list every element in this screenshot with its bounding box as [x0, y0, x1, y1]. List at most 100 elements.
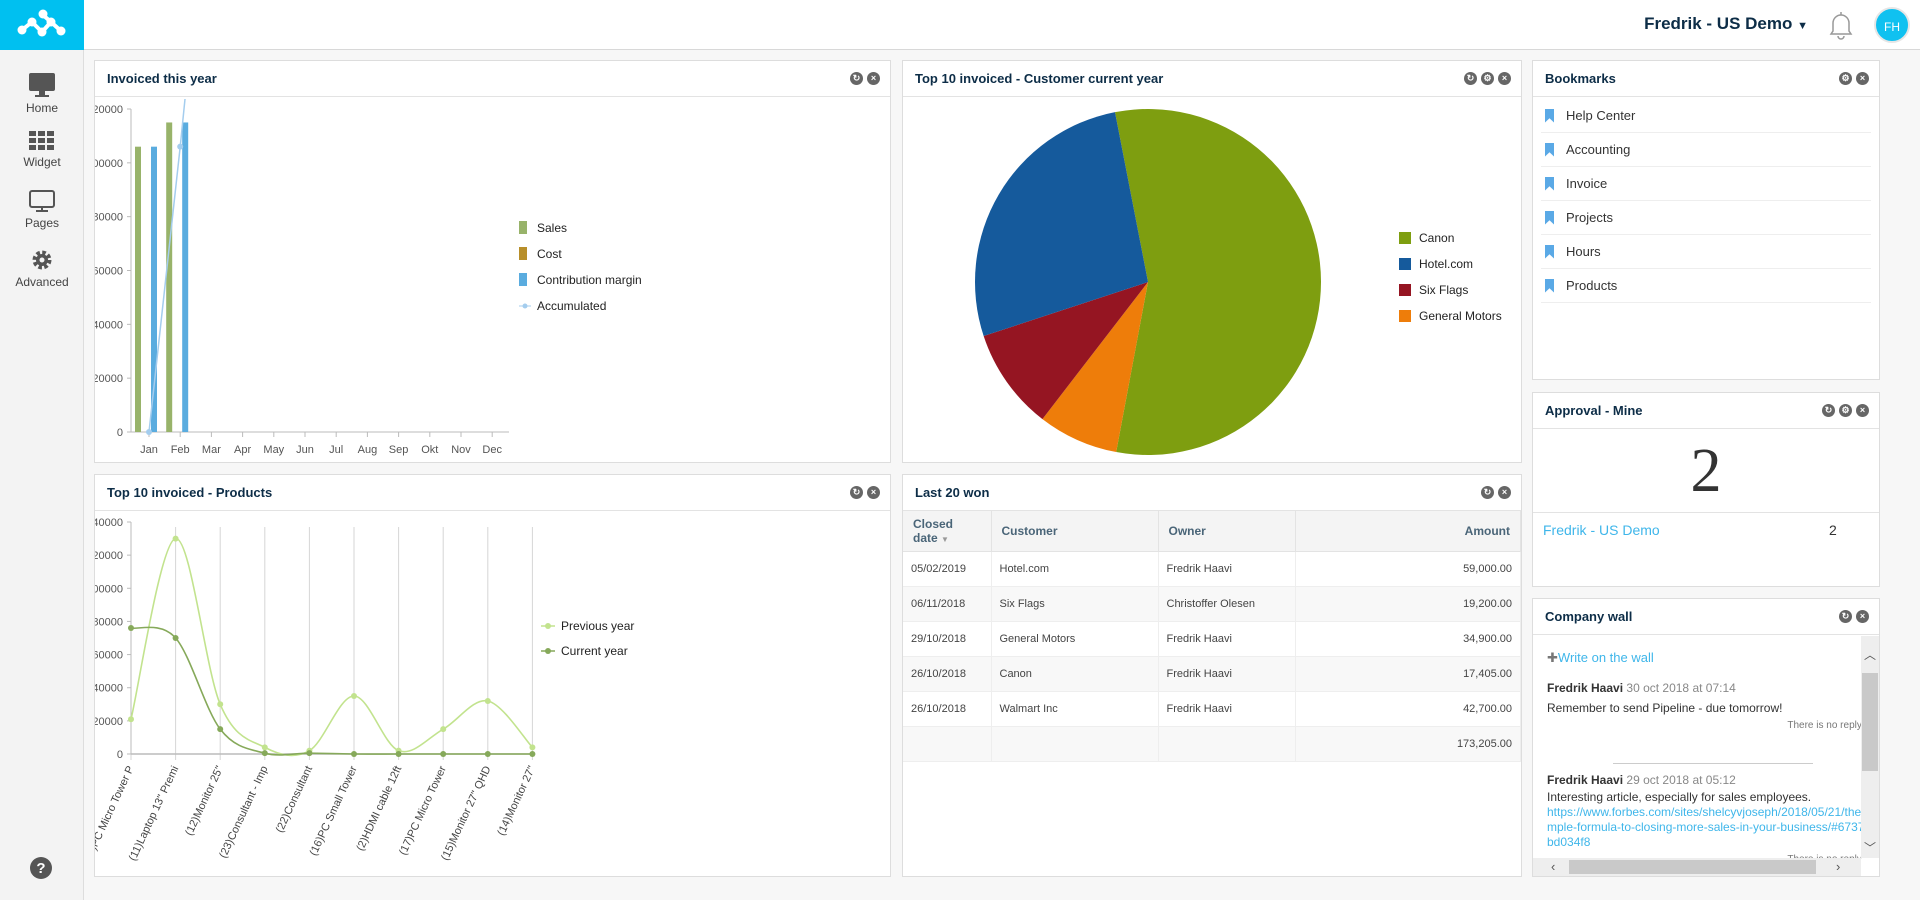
scroll-right-icon[interactable]: › — [1836, 859, 1840, 874]
line-current-year — [130, 626, 533, 756]
scroll-up-icon[interactable]: ︿ — [1861, 646, 1879, 663]
y-tick-label: 0 — [117, 427, 123, 439]
x-tick-label: Okt — [421, 444, 438, 456]
bookmark-icon — [1545, 210, 1554, 225]
approval-widget: Approval - Mine ↻ ⚙ × 2 Fredrik - US Demo 2 — [1532, 392, 1880, 587]
refresh-icon[interactable]: ↻ — [850, 486, 863, 499]
legend-swatch — [1399, 258, 1411, 270]
column-amount[interactable]: Amount — [1295, 511, 1521, 552]
sidebar-item-widget[interactable]: Widget — [0, 130, 84, 169]
table-cell: 26/10/2018 — [903, 691, 992, 727]
legend-point-marker — [545, 623, 551, 629]
y-tick-label: 100000 — [95, 158, 123, 170]
write-on-wall-link[interactable]: ✚Write on the wall — [1547, 650, 1654, 666]
x-tick-label: Dec — [482, 444, 502, 456]
approval-link[interactable]: Fredrik - US Demo — [1543, 522, 1660, 538]
x-tick-label: (14)Monitor 27" — [495, 764, 538, 838]
x-tick-label: Jul — [329, 444, 343, 456]
legend-swatch — [519, 273, 527, 286]
legend-label: Canon — [1419, 231, 1454, 245]
grid-icon — [29, 131, 54, 150]
refresh-icon[interactable]: ↻ — [850, 72, 863, 85]
wall-post: Fredrik Haavi 29 oct 2018 at 05:12 Inter… — [1547, 770, 1863, 865]
table-row[interactable]: 26/10/2018 Canon Fredrik Haavi 17,405.00 — [903, 656, 1521, 692]
table-cell: 59,000.00 — [1295, 551, 1521, 587]
post-date: 30 oct 2018 at 07:14 — [1626, 681, 1736, 695]
table-cell: Fredrik Haavi — [1158, 551, 1296, 587]
legend-swatch — [1399, 310, 1411, 322]
y-tick-label: 40000 — [95, 319, 123, 331]
line-previous-year — [130, 537, 533, 757]
close-icon[interactable]: × — [867, 72, 880, 85]
column-owner[interactable]: Owner — [1158, 511, 1296, 552]
settings-icon[interactable]: ⚙ — [1481, 72, 1494, 85]
account-switcher[interactable]: Fredrik - US Demo ▼ — [1644, 14, 1808, 34]
data-point — [261, 744, 268, 751]
x-tick-label: Jan — [140, 444, 158, 456]
bookmark-item[interactable]: Invoice — [1541, 167, 1871, 201]
bell-icon[interactable] — [1828, 10, 1854, 40]
data-point — [351, 751, 357, 757]
refresh-icon[interactable]: ↻ — [1839, 610, 1852, 623]
x-tick-label: Nov — [451, 444, 471, 456]
x-tick-label: (16)PC Small Tower — [308, 764, 360, 858]
top-customers-widget: Top 10 invoiced - Customer current year ↻… — [902, 60, 1522, 463]
settings-icon[interactable]: ⚙ — [1839, 72, 1852, 85]
wall-post: Fredrik Haavi 30 oct 2018 at 07:14 Remem… — [1547, 678, 1863, 731]
logo-icon — [17, 9, 66, 37]
bookmark-item[interactable]: Accounting — [1541, 133, 1871, 167]
bar-sales — [166, 122, 173, 432]
bar-contribution-margin — [182, 122, 189, 432]
sidebar-item-pages[interactable]: Pages — [0, 189, 84, 230]
x-tick-label: (15)Monitor 27" QHD — [439, 764, 493, 862]
data-point — [217, 701, 224, 708]
close-icon[interactable]: × — [1856, 72, 1869, 85]
avatar[interactable]: FH — [1874, 7, 1910, 43]
refresh-icon[interactable]: ↻ — [1464, 72, 1477, 85]
bookmark-item[interactable]: Projects — [1541, 201, 1871, 235]
refresh-icon[interactable]: ↻ — [1822, 404, 1835, 417]
column-closed-date[interactable]: Closed date ▼ — [903, 511, 992, 552]
close-icon[interactable]: × — [1856, 404, 1869, 417]
x-tick-label: Aug — [358, 444, 378, 456]
app-logo[interactable] — [0, 0, 84, 50]
plus-icon: ✚ — [1547, 650, 1558, 665]
settings-icon[interactable]: ⚙ — [1839, 404, 1852, 417]
table-row[interactable]: 29/10/2018 General Motors Fredrik Haavi 34,… — [903, 621, 1521, 657]
approval-row-value: 2 — [1829, 522, 1837, 538]
table-row[interactable]: 05/02/2019 Hotel.com Fredrik Haavi 59,000.0… — [903, 551, 1521, 587]
bookmark-item[interactable]: Hours — [1541, 235, 1871, 269]
invoiced-chart: 0 20000 40000 60000 80000 100000 120000 Jan Feb M… — [95, 99, 642, 456]
legend-swatch — [519, 221, 527, 234]
legend-label: Six Flags — [1419, 283, 1468, 297]
table-row[interactable]: 26/10/2018 Walmart Inc Fredrik Haavi 42,700… — [903, 691, 1521, 727]
horizontal-scrollbar[interactable]: ‹ › — [1533, 858, 1861, 876]
y-tick-label: 100000 — [95, 583, 123, 595]
bookmark-item[interactable]: Help Center — [1541, 99, 1871, 133]
scroll-left-icon[interactable]: ‹ — [1551, 859, 1555, 874]
close-icon[interactable]: × — [1498, 72, 1511, 85]
sidebar-item-advanced[interactable]: Advanced — [0, 248, 84, 289]
post-link[interactable]: https://www.forbes.com/sites/shelcyvjose… — [1547, 805, 1863, 850]
table-cell: Fredrik Haavi — [1158, 691, 1296, 727]
x-tick-label: Jun — [296, 444, 314, 456]
top-bar: Fredrik - US Demo ▼ FH — [0, 0, 1920, 50]
sidebar-item-home[interactable]: Home — [0, 72, 84, 115]
svg-text:?: ? — [36, 860, 45, 877]
close-icon[interactable]: × — [867, 486, 880, 499]
refresh-icon[interactable]: ↻ — [1481, 486, 1494, 499]
scroll-down-icon[interactable]: ﹀ — [1861, 839, 1879, 856]
x-tick-label: (23)Consultant - Imp — [217, 764, 270, 860]
bookmark-item[interactable]: Products — [1541, 269, 1871, 303]
table-row[interactable]: 06/11/2018 Six Flags Christoffer Olesen 19,… — [903, 586, 1521, 622]
table-cell: Fredrik Haavi — [1158, 621, 1296, 657]
vertical-scrollbar[interactable]: ︿ ﹀ — [1861, 636, 1879, 858]
bookmark-label: Help Center — [1566, 108, 1636, 123]
bookmark-icon — [1545, 142, 1554, 157]
column-customer[interactable]: Customer — [991, 511, 1159, 552]
close-icon[interactable]: × — [1856, 610, 1869, 623]
x-tick-label: May — [263, 444, 284, 456]
y-tick-label: 60000 — [95, 266, 123, 278]
question-icon[interactable]: ? — [29, 856, 53, 880]
close-icon[interactable]: × — [1498, 486, 1511, 499]
